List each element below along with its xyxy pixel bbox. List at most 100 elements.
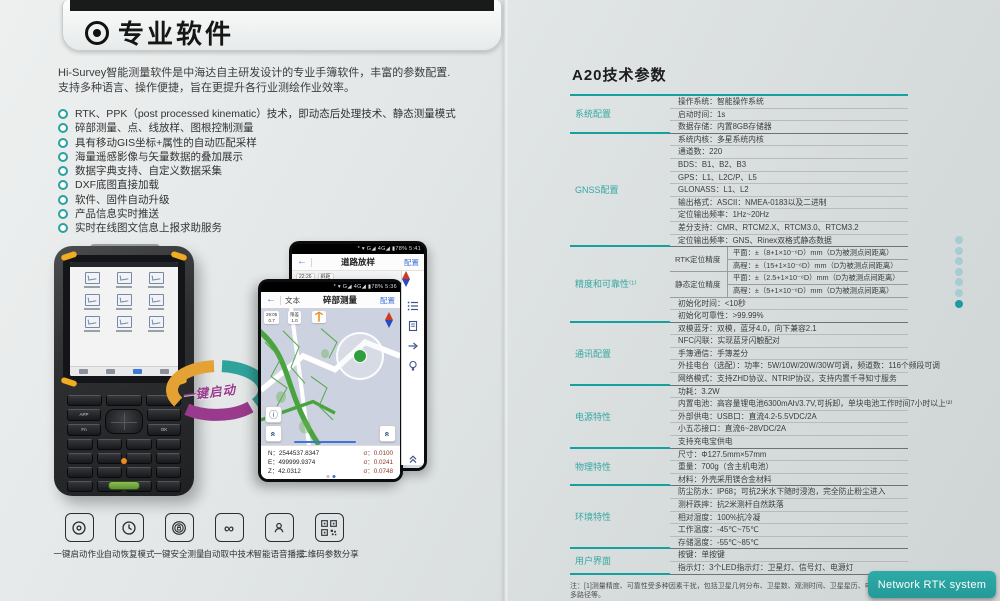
target-icon: [65, 513, 94, 542]
footnotes: 注：[1]测量精度、可靠性受多种因素干扰，包括卫星几何分布、卫星数、观测时间、卫…: [570, 582, 908, 601]
phone-app-title: 道路放样: [316, 256, 400, 268]
phone-statusbar: * ▾ G◢ 4G◢ ▮78% 5:36: [261, 282, 400, 292]
spec-section-label: GNSS配置: [570, 134, 670, 247]
page-fold-divider: [500, 0, 508, 601]
spec-section-label: 用户界面: [570, 549, 670, 574]
spec-table: 系统配置 操作系统：智能操作系统 启动时间：1s 数据存储：内置8GB存储器 G…: [570, 94, 908, 575]
spec-row: GPS：L1、L2C/P、L5: [670, 172, 908, 185]
sigma-value: σ：0.0100: [364, 449, 393, 458]
intro-paragraph: Hi-Survey智能测量软件是中海达自主研发设计的专业手簿软件，丰富的参数配置…: [58, 66, 488, 95]
map-toolbar: [401, 271, 424, 465]
spec-panel: A20技术参数 系统配置 操作系统：智能操作系统 启动时间：1s 数据存储：内置…: [570, 64, 908, 601]
progress-bar: [294, 441, 355, 444]
infinity-icon: ∞: [215, 513, 244, 542]
spec-section-environment: 环境特性 防尘防水：IP68；可抗2米水下随时浸泡，完全防止粉尘进入 测杆跌摔：…: [570, 486, 908, 549]
bullseye-icon: [85, 21, 109, 45]
sigma-value: σ：0.0241: [364, 458, 393, 467]
footnote-line: 注：[1]测量精度、可靠性受多种因素干扰，包括卫星几何分布、卫星数、观测时间、卫…: [570, 582, 908, 601]
list-icon: [407, 300, 419, 312]
spec-section-physical: 物理特性 尺寸：Φ127.5mm×57mm 重量：700g（含主机电池） 材料：…: [570, 449, 908, 487]
bullet-icon: [58, 209, 68, 219]
voice-person-icon: [265, 513, 294, 542]
spec-row: 材料：外壳采用镁合金材料: [670, 474, 908, 486]
lightbulb-icon: [407, 360, 419, 372]
app-key: APP: [67, 409, 101, 421]
green-key: [108, 481, 140, 490]
spec-row: 外部供电：USB口：直流4.2-5.5VDC/2A: [670, 411, 908, 424]
phone-app-title: 碎部测量: [304, 294, 376, 306]
device-app-grid: [70, 267, 178, 332]
spec-section-ui: 用户界面 按键：单按键 指示灯：3个LED指示灯：卫星灯、信号灯、电源灯: [570, 549, 908, 574]
spec-section-accuracy: 精度和可靠性⁽¹⁾ RTK定位精度 平面：±（8+1×10⁻⁶D）mm（D为被测…: [570, 247, 908, 323]
phone-screenshot-detail-survey: * ▾ G◢ 4G◢ ▮78% 5:36 ← 文本 碎部测量 配置: [258, 279, 403, 482]
spec-section-power: 电源特性 功耗：3.2W 内置电池：高容量锂电池6300mAh/3.7V,可拆卸…: [570, 386, 908, 449]
back-arrow-icon: ←: [266, 295, 276, 305]
feature-badge: 智能语音播报: [254, 513, 304, 560]
spec-section-label: 通讯配置: [570, 323, 670, 386]
config-link: 配置: [404, 257, 419, 268]
bullet-icon: [58, 109, 68, 119]
yellow-accent: [170, 251, 187, 262]
spec-row: 测杆跌摔：抗2米测杆自然跌落: [670, 499, 908, 512]
spec-row: 双模蓝牙：双模，蓝牙4.0，向下兼容2.1: [670, 323, 908, 336]
spec-section-system: 系统配置 操作系统：智能操作系统 启动时间：1s 数据存储：内置8GB存储器: [570, 96, 908, 134]
spec-row: 操作系统：智能操作系统: [670, 96, 908, 109]
spec-row: GLONASS：L1、L2: [670, 184, 908, 197]
feature-item: DXF底图直接加载: [58, 179, 488, 191]
phone-screen: ← 文本 碎部测量 配置: [261, 292, 400, 479]
coordinate-panel: N：2544537.8347 E：499999.9374 Z：42.0312 σ…: [261, 445, 400, 479]
feature-badge: 一键安全测量: [154, 513, 204, 560]
orange-dot: [121, 458, 127, 464]
fn-key: Fn: [67, 424, 101, 436]
spec-section-label: 环境特性: [570, 486, 670, 549]
bullet-icon: [58, 180, 68, 190]
spec-title: A20技术参数: [572, 64, 908, 85]
spec-row: 手簿通信：手簿差分: [670, 348, 908, 361]
sigma-value: σ：0.0748: [364, 467, 393, 476]
northing-value: N：2544537.8347: [268, 449, 319, 458]
spec-row: 高程：±（15+1×10⁻⁶D）mm（D为被测点间距离）: [728, 260, 908, 272]
spec-section-gnss: GNSS配置 系统内核：多星系统内核 通道数：220 BDS：B1、B2、B3 …: [570, 134, 908, 247]
feature-item: 软件、固件自动升级: [58, 194, 488, 206]
safe-lock-icon: [165, 513, 194, 542]
bullet-icon: [58, 123, 68, 133]
spec-row: 定位输出频率：1Hz~20Hz: [670, 209, 908, 222]
spec-row: 按键：单按键: [670, 549, 908, 562]
feature-badge: ∞ 自动取中技术: [204, 513, 254, 560]
map-area: 29:05 0.7 限差 1.0 ⓘ « «: [261, 308, 400, 445]
back-arrow-icon: ←: [297, 257, 307, 267]
dpad: [105, 409, 143, 434]
antenna-chip: [312, 311, 326, 323]
spec-row: 系统内核：多星系统内核: [670, 134, 908, 147]
intro-line: 支持多种语言、操作便捷，旨在更提升各行业测绘作业效率。: [58, 81, 488, 96]
map-chip: 限差 1.0: [288, 311, 301, 324]
spec-row: NFC闪联：实现蓝牙闪触配对: [670, 335, 908, 348]
clock-icon: [115, 513, 144, 542]
compass-icon: [409, 276, 418, 292]
spec-section-label: 电源特性: [570, 386, 670, 449]
spec-row: 平面：±（2.5+1×10⁻⁶D）mm（D为被测点间距离）: [728, 272, 908, 285]
spec-row: 防尘防水：IP68；可抗2米水下随时浸泡，完全防止粉尘进入: [670, 486, 908, 499]
chevron-up-double-icon: [407, 453, 419, 465]
page-indicator: [326, 475, 335, 478]
compass-icon: [385, 312, 394, 328]
feature-item: 实时在线图文信息上报求助服务: [58, 222, 488, 234]
spec-row: 高程：±（5+1×10⁻⁶D）mm（D为被测点间距离）: [728, 285, 908, 297]
spec-sub-label: RTK定位精度: [670, 247, 728, 271]
spec-row: 内置电池：高容量锂电池6300mAh/3.7V,可拆卸，单块电池工作时间7小时以…: [670, 398, 908, 411]
spec-row: 输出格式：ASCII：NMEA-0183以及二进制: [670, 197, 908, 210]
feature-badge: 自动恢复模式: [104, 513, 154, 560]
feature-item: 具有移动GIS坐标+属性的自动匹配采样: [58, 137, 488, 149]
position-target: [336, 332, 384, 380]
arrow-icon: [407, 340, 419, 352]
feature-item: 产品信息实时推送: [58, 208, 488, 220]
feature-list: RTK、PPK（post processed kinematic）技术，即动态后…: [58, 108, 488, 237]
network-rtk-button[interactable]: Network RTK system: [868, 571, 996, 598]
spec-row: BDS：B1、B2、B3: [670, 159, 908, 172]
intro-line: Hi-Survey智能测量软件是中海达自主研发设计的专业手簿软件，丰富的参数配置…: [58, 66, 488, 81]
qr-code-icon: [315, 513, 344, 542]
config-link: 配置: [380, 295, 395, 306]
spec-row: 工作温度：-45℃~75℃: [670, 524, 908, 537]
spec-row: 支持充电宝供电: [670, 436, 908, 448]
spec-row: 尺寸：Φ127.5mm×57mm: [670, 449, 908, 462]
